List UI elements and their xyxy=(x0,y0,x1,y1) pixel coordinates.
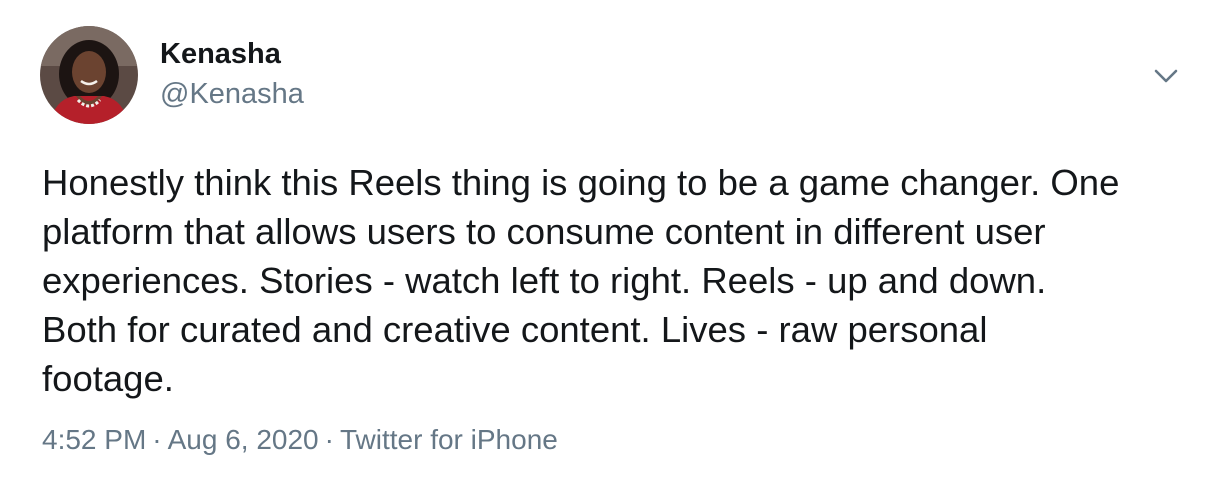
avatar[interactable] xyxy=(40,26,138,124)
user-handle[interactable]: @Kenasha xyxy=(160,78,304,111)
tweet-metadata: 4:52 PM · Aug 6, 2020 · Twitter for iPhone xyxy=(42,424,558,456)
tweet-source-link[interactable]: Twitter for iPhone xyxy=(340,424,558,455)
tweet-date[interactable]: Aug 6, 2020 xyxy=(168,424,319,455)
tweet-card: Kenasha @Kenasha Honestly think this Ree… xyxy=(0,0,1207,486)
display-name[interactable]: Kenasha xyxy=(160,38,281,71)
separator: · xyxy=(324,424,334,455)
tweet-time[interactable]: 4:52 PM xyxy=(42,424,146,455)
tweet-text: Honestly think this Reels thing is going… xyxy=(42,162,1120,399)
profile-photo-icon xyxy=(40,26,138,124)
chevron-down-icon[interactable] xyxy=(1150,60,1182,92)
separator: · xyxy=(152,424,162,455)
